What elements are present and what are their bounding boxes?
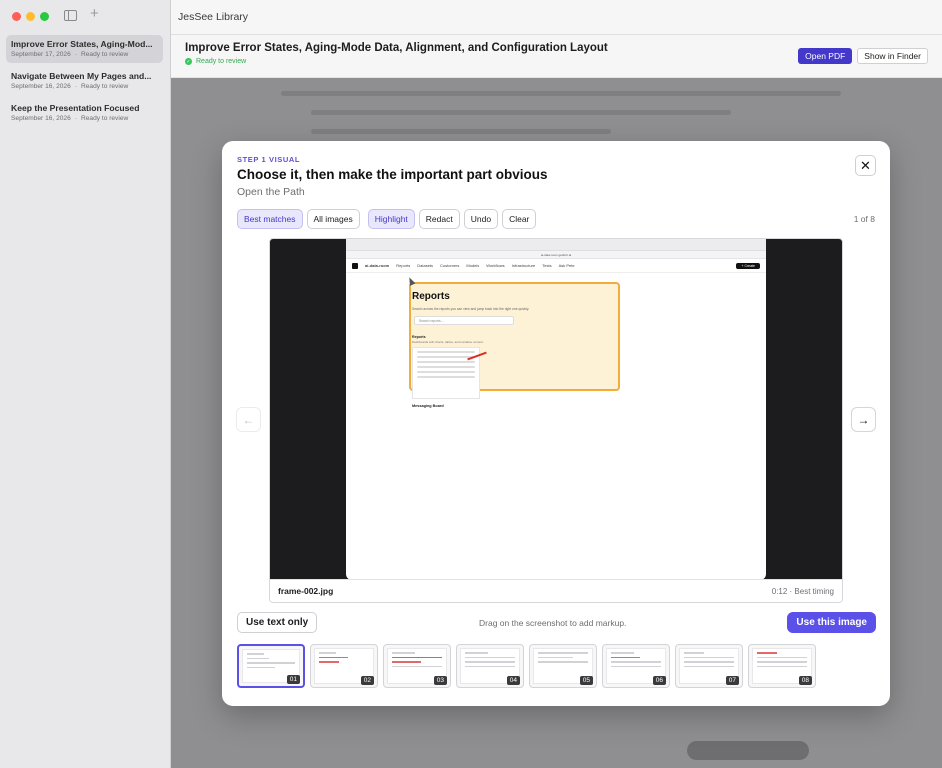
sidebar-item-date: September 16, 2026 — [11, 83, 71, 90]
captured-heading: Reports — [412, 291, 450, 302]
sidebar-item-status: Ready to review — [80, 115, 129, 122]
captured-create-button: + Create — [736, 262, 760, 269]
image-picker-modal: STEP 1 VISUAL Choose it, then make the i… — [222, 141, 890, 706]
thumbnail-number: 05 — [579, 676, 593, 685]
modal-subtitle: Open the Path — [237, 186, 305, 198]
thumbnail-number: 08 — [798, 676, 812, 685]
sidebar-item-doc-1[interactable]: Improve Error States, Aging-Mod... Septe… — [6, 35, 163, 63]
separator: · — [74, 83, 77, 90]
document-header: Improve Error States, Aging-Mode Data, A… — [171, 35, 942, 78]
toolbar: JesSee Library — [171, 0, 942, 35]
minimize-window-icon[interactable] — [26, 12, 35, 21]
use-text-only-button[interactable]: Use text only — [237, 612, 318, 633]
captured-card-title: Messaging Board — [412, 404, 444, 408]
window-controls — [12, 12, 49, 21]
captured-description: Search across the reports you can view a… — [412, 307, 530, 311]
captured-nav-item: Models — [466, 263, 480, 268]
open-pdf-button[interactable]: Open PDF — [798, 48, 853, 64]
previous-arrow-icon[interactable]: ← — [236, 407, 261, 432]
sidebar-item-doc-2[interactable]: Navigate Between My Pages and... Septemb… — [6, 67, 163, 95]
app-title: JesSee Library — [178, 11, 249, 23]
zoom-window-icon[interactable] — [40, 12, 49, 21]
highlight-tool[interactable]: Highlight — [367, 209, 415, 229]
captured-section-sub: Dashboards with charts, tables, and narr… — [412, 340, 484, 344]
image-viewer[interactable]: ai-data-room.getfortr.ai ai-data-room Re… — [269, 238, 843, 603]
browser-tab-bar — [346, 239, 766, 251]
sidebar-item-title: Improve Error States, Aging-Mod... — [11, 39, 153, 49]
captured-nav-item: Ask Pete — [558, 263, 575, 268]
separator: · — [74, 115, 77, 122]
captured-brand: ai-data-room — [365, 263, 390, 268]
clear-button[interactable]: Clear — [502, 209, 537, 229]
sidebar-item-status: Ready to review — [80, 83, 129, 90]
captured-nav-item: Reports — [396, 263, 411, 268]
redact-tool[interactable]: Redact — [418, 209, 460, 229]
thumbnail-03[interactable]: 03 — [383, 644, 451, 688]
thumbnail-number: 06 — [652, 676, 666, 685]
captured-browser: ai-data-room.getfortr.ai ai-data-room Re… — [346, 239, 766, 580]
thumbnail-number: 02 — [360, 676, 374, 685]
captured-section-title: Reports — [412, 335, 426, 339]
captured-search: Search reports... — [414, 316, 514, 325]
brand-logo-icon — [352, 262, 358, 269]
thumbnail-04[interactable]: 04 — [456, 644, 524, 688]
captured-nav: ai-data-room Reports Datasets Customers … — [346, 259, 766, 273]
modal-title: Choose it, then make the important part … — [237, 167, 548, 182]
thumbnail-number: 04 — [506, 676, 520, 685]
sidebar-item-date: September 17, 2026 — [11, 51, 71, 58]
separator: · — [74, 51, 77, 58]
document-list: Improve Error States, Aging-Mod... Septe… — [6, 35, 163, 131]
status-text: Ready to review — [196, 58, 247, 65]
thumbnail-number: 07 — [725, 676, 739, 685]
sidebar-item-date: September 16, 2026 — [11, 115, 71, 122]
captured-report-card — [412, 347, 480, 399]
thumbnail-05[interactable]: 05 — [529, 644, 597, 688]
thumbnail-02[interactable]: 02 — [310, 644, 378, 688]
sidebar-item-doc-3[interactable]: Keep the Presentation Focused September … — [6, 99, 163, 127]
sidebar-item-title: Keep the Presentation Focused — [11, 103, 140, 113]
plus-icon[interactable]: + — [90, 6, 99, 21]
frame-caption: frame-002.jpg 0:12 · Best timing — [270, 579, 842, 602]
undo-button[interactable]: Undo — [463, 209, 499, 229]
sidebar-toggle-icon[interactable] — [64, 10, 77, 21]
captured-nav-item: Infrastructure — [511, 263, 536, 268]
close-icon[interactable]: ✕ — [855, 155, 876, 176]
check-circle-icon: ✓ — [185, 58, 192, 65]
screenshot-canvas[interactable]: ai-data-room.getfortr.ai ai-data-room Re… — [270, 239, 842, 580]
frame-timing: 0:12 · Best timing — [771, 586, 834, 596]
captured-nav-item: Workflows — [486, 263, 505, 268]
sidebar: + Improve Error States, Aging-Mod... Sep… — [0, 0, 171, 768]
markup-hint: Drag on the screenshot to add markup. — [479, 618, 627, 628]
thumbnail-07[interactable]: 07 — [675, 644, 743, 688]
all-images-filter[interactable]: All images — [306, 209, 360, 229]
image-counter: 1 of 8 — [853, 214, 875, 224]
captured-nav-item: Datasets — [417, 263, 434, 268]
thumbnail-01[interactable]: 01 — [237, 644, 305, 688]
sidebar-item-title: Navigate Between My Pages and... — [11, 71, 152, 81]
show-in-finder-button[interactable]: Show in Finder — [857, 48, 928, 64]
thumbnail-number: 01 — [286, 675, 300, 684]
thumbnail-08[interactable]: 08 — [748, 644, 816, 688]
filter-toolbar: Best matches All images Highlight Redact… — [237, 209, 537, 229]
frame-filename: frame-002.jpg — [278, 586, 334, 596]
thumbnail-strip: 01 02 03 04 05 06 07 08 — [237, 644, 816, 688]
thumbnail-number: 03 — [433, 676, 447, 685]
best-matches-filter[interactable]: Best matches — [237, 209, 303, 229]
captured-nav-item: Tests — [542, 263, 552, 268]
step-label: STEP 1 VISUAL — [237, 155, 301, 164]
use-this-image-button[interactable]: Use this image — [787, 612, 876, 633]
browser-url: ai-data-room.getfortr.ai — [346, 251, 766, 259]
captured-nav-item: Customers — [440, 263, 460, 268]
next-arrow-icon[interactable]: → — [851, 407, 876, 432]
thumbnail-06[interactable]: 06 — [602, 644, 670, 688]
sidebar-item-status: Ready to review — [80, 51, 129, 58]
close-window-icon[interactable] — [12, 12, 21, 21]
